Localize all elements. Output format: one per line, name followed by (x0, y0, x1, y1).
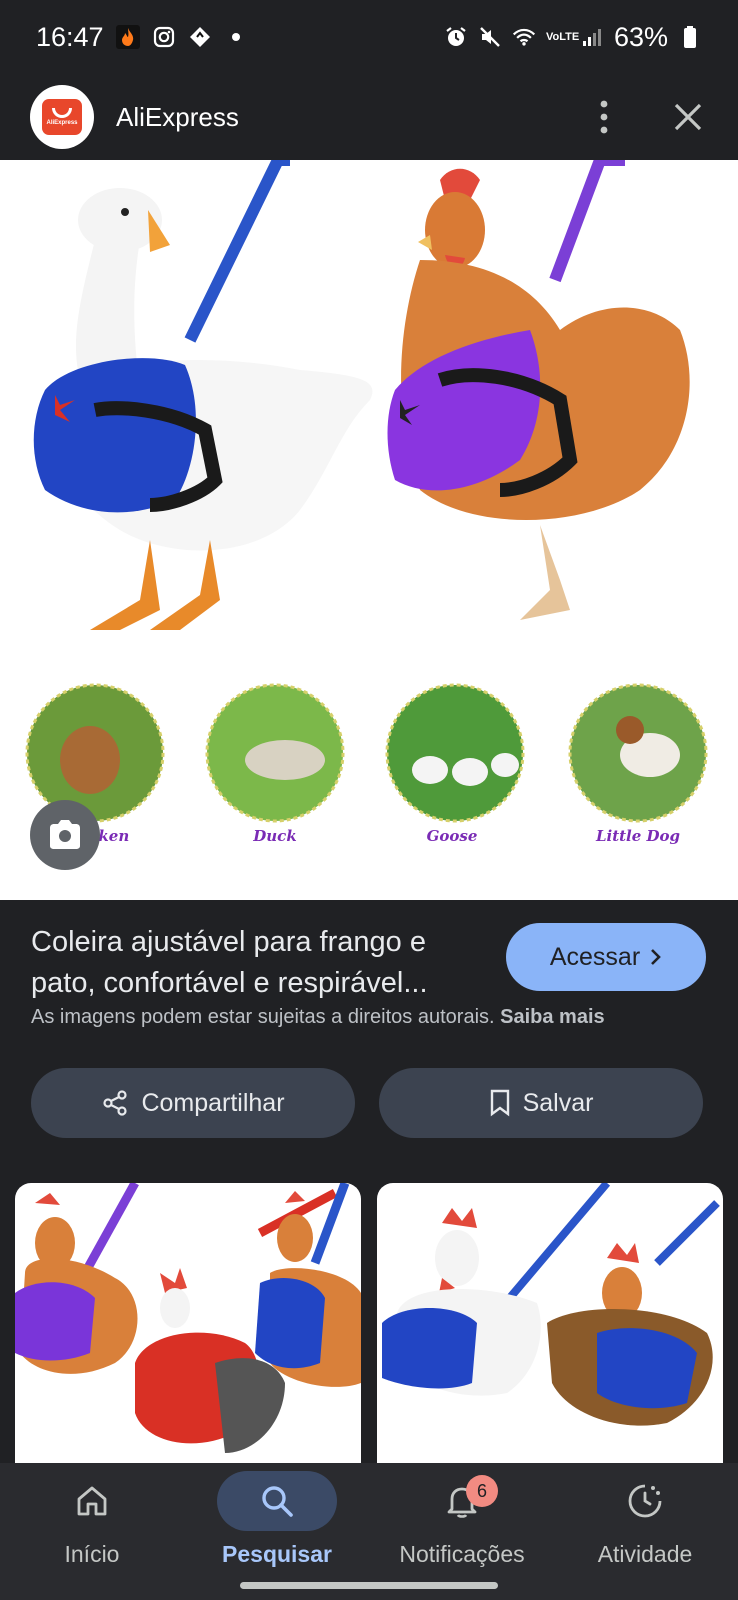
share-icon (103, 1090, 128, 1116)
logo-text: AliExpress (46, 120, 78, 126)
bookmark-icon (490, 1089, 509, 1117)
nav-notifications-label: Notificações (399, 1541, 525, 1567)
mute-icon (478, 25, 502, 49)
activity-icon (628, 1484, 662, 1518)
related-image-1[interactable] (15, 1183, 361, 1473)
result-title[interactable]: Coleira ajustável para frango e pato, co… (31, 922, 481, 1004)
nav-activity[interactable]: Atividade (570, 1471, 720, 1591)
save-button[interactable]: Salvar (379, 1068, 703, 1138)
shopping-bag-icon: AliExpress (42, 99, 82, 135)
home-indicator[interactable] (240, 1582, 498, 1589)
goose-figure (33, 160, 373, 630)
nav-home-label: Início (64, 1541, 120, 1567)
related-images (15, 1183, 723, 1473)
copyright-text: As imagens podem estar sujeitas a direit… (31, 1006, 495, 1028)
learn-more-link[interactable]: Saiba mais (500, 1006, 605, 1028)
nav-search-icon-wrap (217, 1471, 337, 1531)
share-label: Compartilhar (141, 1088, 285, 1117)
close-icon (674, 103, 702, 131)
nav-search[interactable]: Pesquisar (202, 1471, 352, 1591)
alarm-icon (444, 25, 468, 49)
nav-home[interactable]: Início (17, 1471, 167, 1591)
status-right: VoLTE 63% (444, 22, 702, 53)
related-illustration-2 (382, 1183, 720, 1426)
battery-percent: 63% (613, 21, 668, 52)
label-goose: Goose (427, 827, 478, 845)
visit-label: Acessar (549, 942, 641, 971)
nav-activity-icon-wrap (585, 1471, 705, 1531)
lens-search-button[interactable] (30, 800, 100, 870)
flame-app-icon (115, 25, 140, 49)
bottom-navigation: Início Pesquisar 6 Notificações Atividad… (0, 1463, 738, 1600)
nav-notifications[interactable]: 6 Notificações (387, 1471, 537, 1591)
notification-badge: 6 (466, 1475, 498, 1507)
nav-notifications-icon-wrap: 6 (402, 1471, 522, 1531)
status-bar: 16:47 VoLTE 63% (0, 0, 738, 74)
save-label: Salvar (522, 1088, 594, 1117)
chicken-figure (387, 160, 690, 620)
visit-button[interactable]: Acessar (506, 923, 706, 991)
chevron-right-icon (651, 949, 661, 965)
status-left: 16:47 (36, 22, 248, 53)
animal-circles (25, 683, 708, 823)
volte-label: VoLTE (545, 31, 580, 43)
wifi-icon (512, 25, 536, 49)
label-duck: Duck (252, 827, 296, 845)
search-icon (262, 1486, 293, 1517)
product-illustration: Chicken Duck Goose Little Dog (25, 160, 708, 845)
main-product-image[interactable]: Chicken Duck Goose Little Dog (0, 160, 738, 900)
nav-search-label: Pesquisar (222, 1541, 332, 1567)
home-icon (77, 1486, 107, 1516)
signal-icon (580, 25, 604, 49)
status-time: 16:47 (36, 21, 104, 52)
more-options-button[interactable] (584, 97, 624, 137)
close-button[interactable] (668, 97, 708, 137)
camera-search-icon (50, 820, 80, 849)
share-button[interactable]: Compartilhar (31, 1068, 355, 1138)
aliexpress-logo[interactable]: AliExpress (30, 85, 94, 149)
nav-home-icon-wrap (32, 1471, 152, 1531)
nav-activity-label: Atividade (597, 1541, 693, 1567)
diamond-app-icon (188, 25, 212, 49)
related-illustration-1 (15, 1183, 361, 1453)
page-title: AliExpress (116, 101, 239, 132)
header-actions (584, 97, 708, 137)
battery-icon (678, 25, 702, 49)
instagram-icon (152, 25, 176, 49)
notification-dot-icon (224, 25, 248, 49)
app-header: AliExpress AliExpress (0, 74, 738, 160)
more-vert-icon (600, 100, 608, 134)
related-image-2[interactable] (377, 1183, 723, 1473)
label-dog: Little Dog (595, 827, 680, 845)
copyright-notice: As imagens podem estar sujeitas a direit… (31, 1006, 605, 1029)
